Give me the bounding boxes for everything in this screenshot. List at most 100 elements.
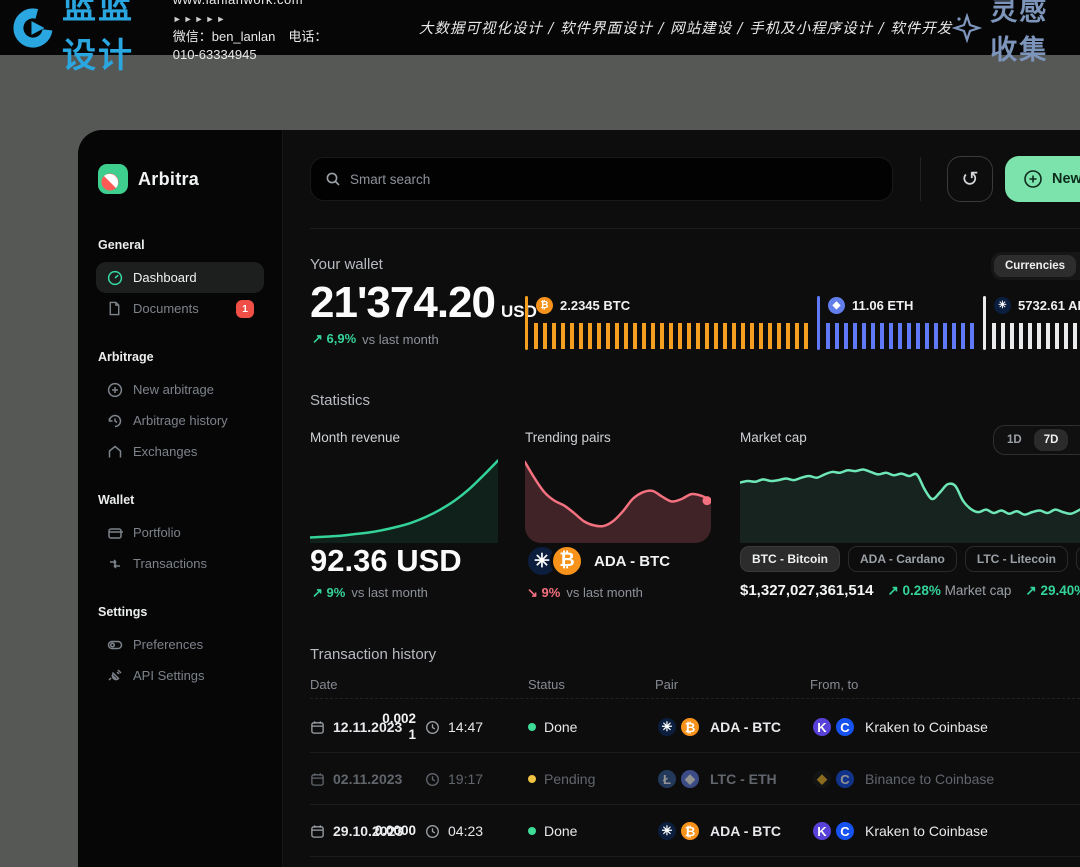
sidebar-item-documents[interactable]: Documents 1 [96, 293, 264, 324]
sidebar-item-dashboard[interactable]: Dashboard [96, 262, 264, 293]
sidebar-item-api-settings[interactable]: API Settings [96, 660, 264, 691]
header-separator [310, 698, 1080, 699]
banner-wechat: 微信：ben_lanlan [173, 29, 276, 44]
period-1m[interactable]: 1M [1070, 429, 1080, 451]
tab-ltc-litecoin[interactable]: LTC - Litecoin [965, 546, 1068, 572]
banner-arrows: ►►►►► [173, 14, 228, 24]
sidebar-item-portfolio[interactable]: Portfolio [96, 517, 264, 548]
segment-tick [525, 296, 528, 350]
app-brand-name: Arbitra [138, 169, 199, 190]
wallet-view-toggle: Currencies Exchanges [991, 252, 1080, 280]
up-arrow-icon: ↗ [1025, 583, 1036, 598]
main-content: ↺ New arbitrage Your wallet 21'374.20USD… [283, 130, 1080, 867]
clock-icon [425, 720, 440, 735]
promo-banner: 蓝蓝设计 www.lanlanwork.com ►►►►► 微信：ben_lan… [0, 0, 1080, 55]
clock-icon [425, 824, 440, 839]
eth-dashes [826, 323, 976, 349]
documents-badge: 1 [236, 300, 254, 318]
new-arbitrage-button[interactable]: New arbitrage [1005, 156, 1080, 202]
ada-coin-icon: ✳ [994, 297, 1011, 314]
period-7d[interactable]: 7D [1034, 429, 1069, 451]
dashboard-icon [106, 269, 123, 286]
status-dot-pending [528, 775, 536, 783]
transaction-row[interactable]: 02.11.2023 19:17 Pending Ł◆LTC - ETH ◆CB… [310, 753, 1080, 805]
ada-coin-icon: ✳ [655, 715, 679, 739]
document-icon [106, 300, 123, 317]
arbitra-app-window: Arbitra General Dashboard Documents 1 Ar… [78, 130, 1080, 867]
banner-brand-name: 蓝蓝设计 [62, 0, 155, 77]
tab-eth-ethereum[interactable]: ETH - Ethereum [1076, 546, 1080, 572]
arbitra-logo-icon [98, 164, 128, 194]
btc-coin-icon: ₿ [536, 297, 553, 314]
trending-pair-trend: ↘ 9% vs last month [527, 585, 643, 601]
wallet-segment-btc[interactable]: ₿2.2345 BTC [525, 296, 817, 350]
segment-tick [983, 296, 986, 350]
lanlan-logo-icon [10, 5, 56, 51]
wallet-distribution-bar: ₿2.2345 BTC ◆11.06 ETH ✳5732.61 ADA [525, 296, 1080, 350]
tab-ada-cardano[interactable]: ADA - Cardano [848, 546, 957, 572]
col-header-status: Status [528, 677, 565, 692]
history-button[interactable]: ↺ [947, 156, 993, 202]
tab-btc-bitcoin[interactable]: BTC - Bitcoin [740, 546, 840, 572]
sparkle-star-icon [952, 13, 982, 43]
wallet-segment-ada[interactable]: ✳5732.61 ADA [983, 296, 1080, 350]
status-dot-done [528, 827, 536, 835]
content-divider [310, 228, 1080, 229]
wallet-trend: ↗ 6,9% vs last month [312, 331, 439, 347]
toggle-exchanges[interactable]: Exchanges [1076, 255, 1080, 277]
month-revenue-trend: ↗ 9% vs last month [312, 585, 428, 601]
ada-dashes [992, 323, 1080, 349]
col-header-pair: Pair [655, 677, 678, 692]
wallet-segment-eth[interactable]: ◆11.06 ETH [817, 296, 983, 350]
toggle-currencies[interactable]: Currencies [994, 255, 1076, 277]
segment-tick [817, 296, 820, 350]
sidebar-item-new-arbitrage[interactable]: New arbitrage [96, 374, 264, 405]
sidebar-section-settings: Settings [98, 605, 264, 619]
col-header-fromto: From, to [810, 677, 858, 692]
transactions-section-title: Transaction history [310, 646, 436, 663]
search-bar[interactable] [310, 157, 893, 201]
eth-coin-icon: ◆ [828, 297, 845, 314]
btc-coin-icon: ₿ [678, 819, 702, 843]
exchange-building-icon [106, 443, 123, 460]
month-revenue-label: Month revenue [310, 430, 400, 445]
btc-coin-icon: ₿ [550, 544, 584, 578]
period-1d[interactable]: 1D [997, 429, 1032, 451]
sidebar-section-wallet: Wallet [98, 493, 264, 507]
market-cap-chart [740, 455, 1080, 543]
banner-logo: 蓝蓝设计 [0, 0, 155, 77]
sidebar-section-arbitrage: Arbitrage [98, 350, 264, 364]
month-revenue-chart [310, 455, 498, 543]
coinbase-icon: C [833, 819, 857, 843]
plus-circle-icon [106, 381, 123, 398]
trending-pair: ✳ ₿ ADA - BTC [525, 544, 670, 578]
down-arrow-icon: ↘ [527, 585, 538, 600]
trend-up-arrow: ↗ 6,9% [312, 331, 356, 347]
banner-collection[interactable]: 灵感收集 [952, 0, 1080, 67]
wallet-section-title: Your wallet [310, 256, 383, 273]
sidebar-item-exchanges[interactable]: Exchanges [96, 436, 264, 467]
period-selector: 1D 7D 1M [993, 425, 1080, 455]
search-input[interactable] [350, 172, 878, 187]
kraken-icon: K [810, 819, 834, 843]
trending-pairs-label: Trending pairs [525, 430, 611, 445]
calendar-icon [310, 772, 325, 787]
transaction-row[interactable]: 12.11.2023 14:47 Done ✳₿ADA - BTC KCKrak… [310, 701, 1080, 753]
wallet-icon [106, 524, 123, 541]
market-cap-tabs: BTC - Bitcoin ADA - Cardano LTC - Liteco… [740, 546, 1080, 572]
sidebar-item-transactions[interactable]: Transactions [96, 548, 264, 579]
market-cap-value: $1,327,027,361,514 [740, 582, 873, 599]
calendar-icon [310, 824, 325, 839]
plus-circle-icon [1023, 169, 1043, 189]
sidebar-item-arbitrage-history[interactable]: Arbitrage history [96, 405, 264, 436]
kraken-icon: K [810, 715, 834, 739]
sidebar-item-preferences[interactable]: Preferences [96, 629, 264, 660]
transaction-row[interactable]: 29.10.2023 04:23 Done ✳₿ADA - BTC KCKrak… [310, 805, 1080, 857]
eth-coin-icon: ◆ [678, 767, 702, 791]
banner-site-link[interactable]: www.lanlanwork.com [173, 0, 303, 7]
clock-icon [425, 772, 440, 787]
market-cap-label: Market cap [740, 430, 807, 445]
up-arrow-icon: ↗ [312, 585, 323, 600]
status-text: Done [544, 823, 577, 839]
banner-contact: www.lanlanwork.com ►►►►► 微信：ben_lanlan 电… [173, 0, 349, 64]
